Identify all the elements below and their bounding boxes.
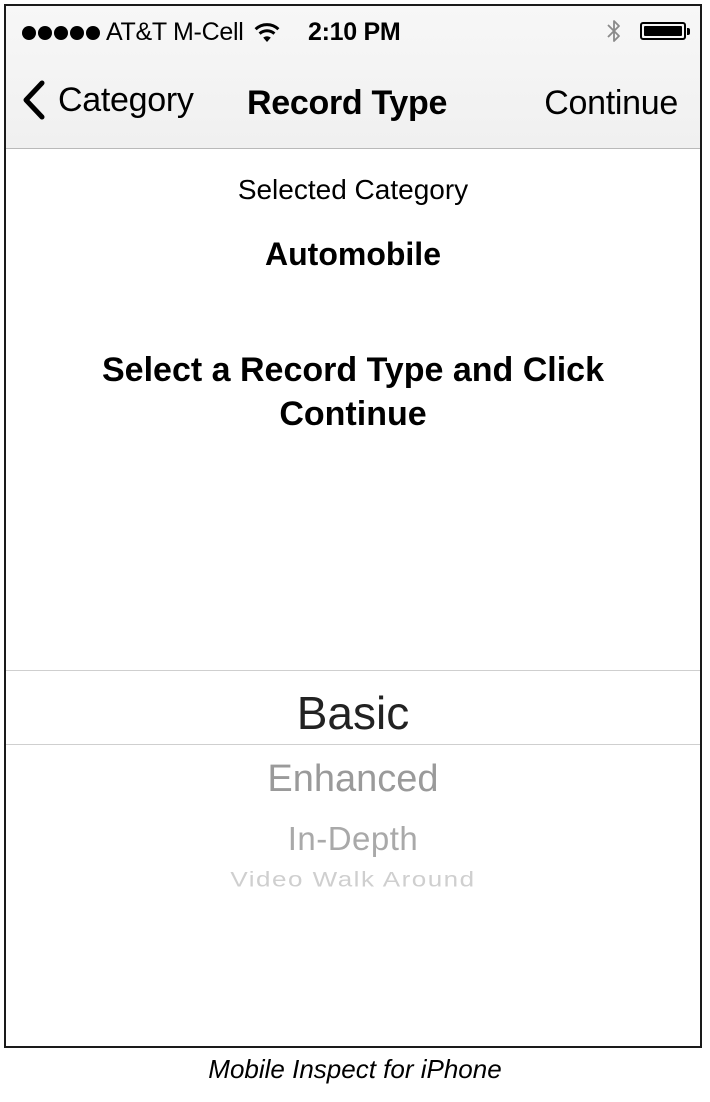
picker-selection-bottom-line [6,744,700,745]
page-title: Record Type [247,84,448,122]
status-time: 2:10 PM [308,18,401,46]
selected-category-value: Automobile [265,236,441,272]
phone-screen-frame: AT&T M-Cell 2:10 PM Category Record Type… [4,4,702,1048]
carrier-name: AT&T M-Cell [106,18,244,46]
instruction-text: Select a Record Type and Click Continue [6,348,700,436]
bluetooth-icon [607,20,620,42]
picker-option-in-depth[interactable]: In-Depth [6,820,700,858]
picker-option-enhanced[interactable]: Enhanced [6,758,700,801]
continue-button[interactable]: Continue [544,84,678,123]
picker-option-basic[interactable]: Basic [6,686,700,740]
back-button[interactable]: Category [22,80,194,120]
signal-strength-icon [22,25,100,40]
selected-category-label: Selected Category [237,174,469,205]
figure-caption: Mobile Inspect for iPhone [208,1054,502,1084]
instruction-line: Select a Record Type and Click Continue [102,351,604,433]
status-left: AT&T M-Cell [22,18,289,47]
status-right [606,18,690,44]
record-type-picker[interactable]: Basic Enhanced In-Depth Video Walk Aroun… [6,670,700,1000]
picker-option-video-walk-around[interactable]: Video Walk Around [6,867,700,892]
back-button-label: Category [58,80,194,119]
wifi-icon [255,22,280,42]
battery-icon [640,22,690,40]
navigation-bar: Category Record Type Continue [6,58,700,148]
top-bars: AT&T M-Cell 2:10 PM Category Record Type… [6,6,700,149]
chevron-left-icon [23,80,45,120]
status-bar: AT&T M-Cell 2:10 PM [6,6,700,58]
picker-selection-top-line [6,670,700,671]
